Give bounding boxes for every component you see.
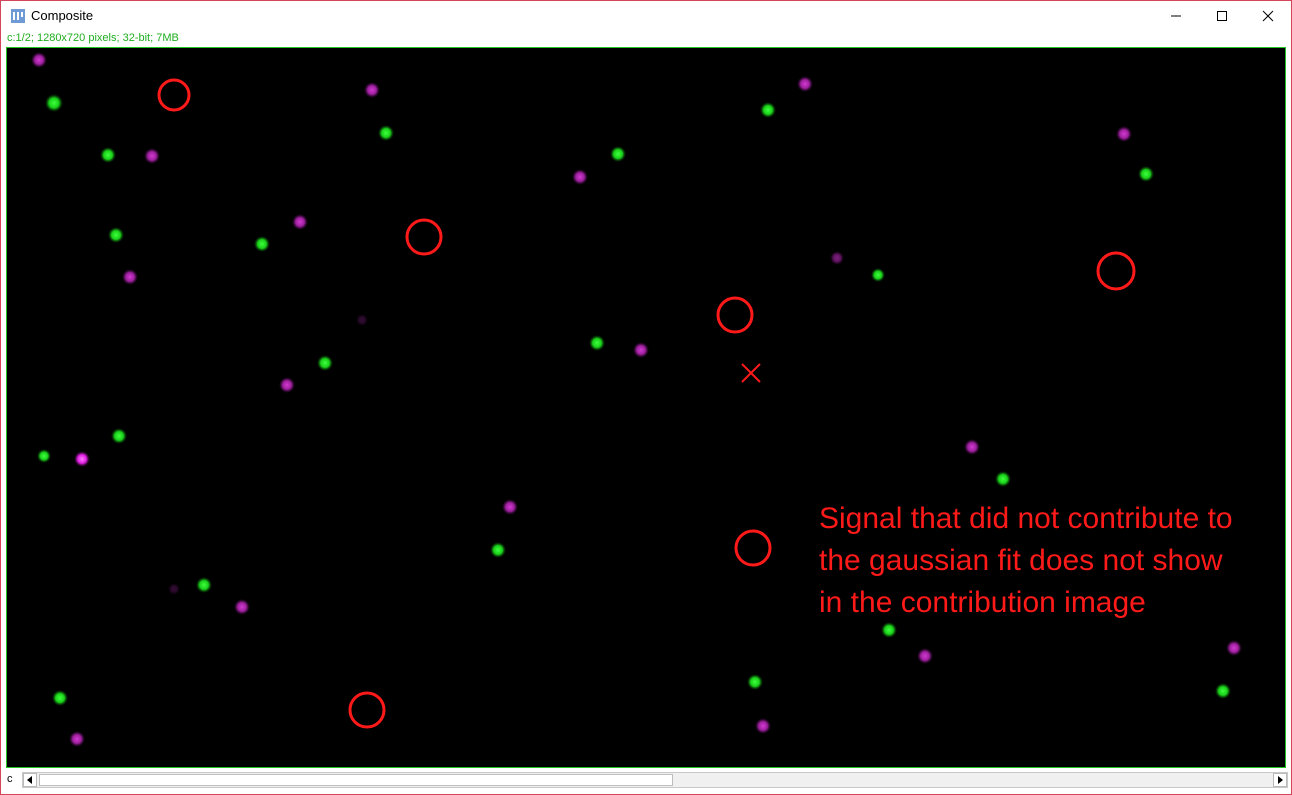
green-spot	[108, 227, 124, 243]
magenta-spot	[797, 76, 813, 92]
green-spot	[747, 674, 763, 690]
magenta-spot	[292, 214, 308, 230]
maximize-button[interactable]	[1199, 1, 1245, 31]
magenta-spot	[168, 583, 180, 595]
green-spot	[995, 471, 1011, 487]
magenta-spot	[572, 169, 588, 185]
annotation-circle	[716, 296, 754, 334]
green-spot	[37, 449, 51, 463]
scroll-thumb[interactable]	[39, 774, 673, 786]
magenta-spot	[917, 648, 933, 664]
imagej-icon	[11, 9, 25, 23]
green-spot	[589, 335, 605, 351]
annotation-text: Signal that did not contribute to the ga…	[819, 498, 1279, 624]
image-canvas[interactable]: Signal that did not contribute to the ga…	[6, 47, 1286, 768]
magenta-spot	[502, 499, 518, 515]
green-spot	[100, 147, 116, 163]
magenta-spot	[279, 377, 295, 393]
maximize-icon	[1217, 11, 1227, 21]
magenta-spot	[1226, 640, 1242, 656]
green-spot	[881, 622, 897, 638]
green-spot	[196, 577, 212, 593]
magenta-spot	[830, 251, 844, 265]
channel-scroll-row: c	[1, 771, 1291, 789]
window-title: Composite	[31, 8, 94, 23]
magenta-spot	[633, 342, 649, 358]
green-spot	[378, 125, 394, 141]
green-spot	[1215, 683, 1231, 699]
magenta-spot	[964, 439, 980, 455]
annotation-circle	[157, 78, 191, 112]
magenta-spot	[356, 314, 368, 326]
scroll-right-icon	[1278, 776, 1283, 784]
green-spot	[610, 146, 626, 162]
green-spot	[45, 94, 63, 112]
composite-window: Composite c:1/2; 1280x720 pixels; 32-bit…	[0, 0, 1292, 795]
annotation-line: Signal that did not contribute to	[819, 502, 1233, 535]
minimize-icon	[1171, 15, 1181, 17]
green-spot	[490, 542, 506, 558]
magenta-spot	[234, 599, 250, 615]
annotation-line: the gaussian fit does not show	[819, 544, 1223, 577]
magenta-spot	[69, 731, 85, 747]
scroll-left-icon	[27, 776, 32, 784]
magenta-spot	[122, 269, 138, 285]
green-spot	[871, 268, 885, 282]
title-bar[interactable]: Composite	[1, 1, 1291, 31]
image-info-bar: c:1/2; 1280x720 pixels; 32-bit; 7MB	[7, 32, 179, 44]
green-spot	[317, 355, 333, 371]
green-spot	[52, 690, 68, 706]
magenta-spot	[144, 148, 160, 164]
annotation-circle	[405, 218, 443, 256]
green-spot	[254, 236, 270, 252]
channel-scrollbar[interactable]	[22, 772, 1288, 788]
annotation-circle	[348, 691, 386, 729]
close-button[interactable]	[1245, 1, 1291, 31]
annotation-circle	[734, 529, 772, 567]
magenta-spot	[31, 52, 47, 68]
scroll-right-button[interactable]	[1273, 773, 1287, 787]
magenta-spot	[74, 451, 90, 467]
green-spot	[111, 428, 127, 444]
annotation-circle	[1096, 251, 1136, 291]
minimize-button[interactable]	[1153, 1, 1199, 31]
close-icon	[1262, 10, 1274, 22]
magenta-spot	[1116, 126, 1132, 142]
x-marker-icon	[741, 363, 761, 383]
spots-layer	[31, 52, 1242, 747]
magenta-spot	[755, 718, 771, 734]
channel-label: c	[7, 773, 13, 785]
annotation-line: in the contribution image	[819, 586, 1146, 619]
scroll-left-button[interactable]	[23, 773, 37, 787]
green-spot	[1138, 166, 1154, 182]
magenta-spot	[364, 82, 380, 98]
green-spot	[760, 102, 776, 118]
